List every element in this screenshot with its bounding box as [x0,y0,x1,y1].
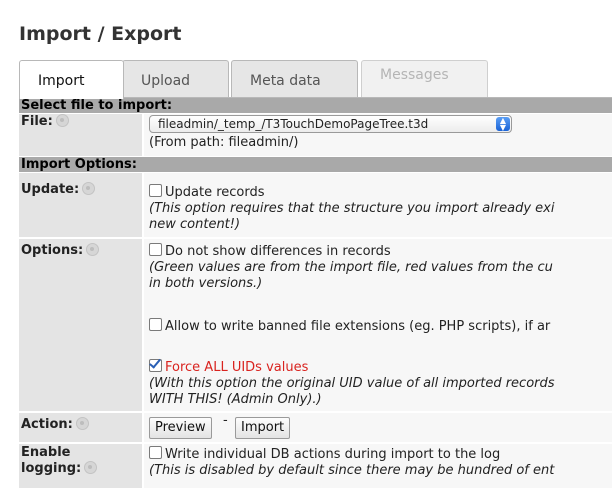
options-row-label-cell: Options: [19,239,142,411]
tab-upload[interactable]: Upload [122,60,229,98]
file-row-field: fileadmin/_temp_/T3TouchDemoPageTree.t3d… [144,114,612,156]
preview-button[interactable]: Preview [149,417,212,439]
no-diff-note-line1: (Green values are from the import file, … [149,260,553,275]
logging-row-field: Write individual DB actions during impor… [144,444,612,488]
banned-ext-checkbox[interactable] [149,318,162,331]
file-select-value: fileadmin/_temp_/T3TouchDemoPageTree.t3d [158,117,429,131]
help-icon[interactable] [84,461,98,474]
logging-checkbox[interactable] [149,446,162,459]
import-button[interactable]: Import [235,417,291,439]
action-row-field: Preview - Import [144,413,612,442]
update-records-label: Update records [165,185,265,200]
force-uids-note-line1: (With this option the original UID value… [149,376,555,391]
file-from-path: (From path: fileadmin/) [149,135,299,150]
no-diff-label: Do not show differences in records [165,244,391,259]
force-uids-checkbox[interactable] [149,359,162,372]
options-row-field: Do not show differences in records (Gree… [144,239,612,411]
logging-row-label-cell: Enable logging: [19,444,142,488]
force-uids-note-line2: WITH THIS! (Admin Only).) [149,392,322,407]
section-import-options: Import Options: [19,157,612,172]
banned-ext-option: Allow to write banned file extensions (e… [149,318,550,334]
force-uids-option: Force ALL UIDs values [149,359,308,375]
update-note-line2: new content!) [149,217,241,232]
update-note-line1: (This option requires that the structure… [149,201,555,216]
help-icon[interactable] [86,243,100,256]
no-diff-checkbox[interactable] [149,243,162,256]
update-row-label-cell: Update: [19,173,142,237]
update-label: Update: [21,182,80,197]
tab-meta-data[interactable]: Meta data [231,60,358,98]
force-uids-label: Force ALL UIDs values [165,360,309,375]
file-label: File: [21,114,53,129]
updown-arrows-icon: ▲ ▼ [496,117,510,132]
tab-import[interactable]: Import [19,60,124,99]
action-row-label-cell: Action: [19,413,142,442]
update-row-field: Update records (This option requires tha… [144,173,612,237]
logging-checkbox-label: Write individual DB actions during impor… [165,447,501,462]
no-diff-option: Do not show differences in records [149,243,391,259]
page-title: Import / Export [19,23,182,45]
update-records-checkbox[interactable] [149,184,162,197]
help-icon[interactable] [55,114,69,127]
help-icon[interactable] [75,417,89,430]
file-select[interactable]: fileadmin/_temp_/T3TouchDemoPageTree.t3d… [149,115,512,133]
logging-label-line2: logging: [21,461,82,476]
logging-option: Write individual DB actions during impor… [149,446,500,462]
banned-ext-label: Allow to write banned file extensions (e… [165,319,551,334]
logging-label-line1: Enable [21,445,71,460]
section-select-file: Select file to import: [19,98,612,113]
options-label: Options: [21,243,84,258]
update-records-option: Update records [149,184,265,200]
tab-messages: Messages [361,60,488,98]
logging-note: (This is disabled by default since there… [149,463,555,478]
help-icon[interactable] [82,182,96,195]
file-row-label-cell: File: [19,114,142,156]
action-separator: - [223,413,228,428]
no-diff-note-line2: in both versions.) [149,276,263,291]
action-label: Action: [21,417,73,432]
